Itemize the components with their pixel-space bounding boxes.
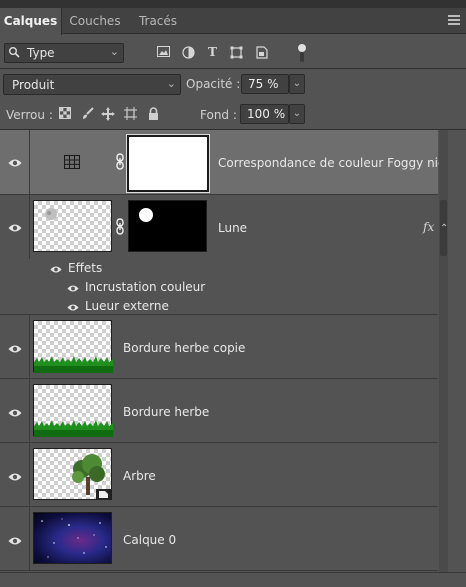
layer-thumbnail-grass[interactable]: [33, 320, 113, 373]
collapse-effects-chevron-icon[interactable]: ⌃: [440, 223, 448, 234]
layer-effects-fx-icon[interactable]: fx: [423, 220, 434, 234]
visibility-eye-icon[interactable]: [8, 535, 22, 545]
filter-toggle-switch[interactable]: [298, 44, 306, 62]
lock-label: Verrou :: [6, 108, 53, 122]
layer-name[interactable]: Lune: [218, 221, 247, 235]
lock-artboard-icon[interactable]: [123, 107, 137, 121]
tab-traces[interactable]: Tracés: [130, 8, 186, 34]
opacity-slider-button[interactable]: ⌄: [289, 74, 305, 94]
panel-menu-icon[interactable]: [448, 15, 460, 25]
layer-name[interactable]: Arbre: [123, 469, 156, 483]
chevron-down-icon: ⌄: [166, 77, 176, 90]
lock-transparent-pixels-icon[interactable]: [58, 107, 72, 121]
visibility-eye-icon[interactable]: [8, 407, 22, 417]
fill-value: 100 %: [247, 107, 286, 121]
effect-name: Lueur externe: [85, 299, 169, 313]
layer-row[interactable]: Arbre: [0, 443, 438, 507]
opacity-label: Opacité :: [186, 77, 241, 91]
layer-row[interactable]: Bordure herbe copie: [0, 315, 438, 379]
layer-thumbnail-grass[interactable]: [33, 384, 113, 437]
filter-kind-label: Type: [27, 46, 55, 60]
image-filter-icon[interactable]: [157, 46, 170, 59]
mask-link-icon[interactable]: [115, 153, 125, 170]
panel-tabs: Calques Couches Tracés: [0, 8, 466, 35]
effects-group-row[interactable]: Effets: [0, 259, 438, 278]
tab-calques[interactable]: Calques: [0, 8, 62, 35]
visibility-eye-icon[interactable]: [50, 263, 62, 277]
visibility-eye-icon[interactable]: [8, 471, 22, 481]
layer-mask-thumbnail[interactable]: [128, 200, 207, 252]
visibility-eye-icon[interactable]: [8, 222, 22, 232]
opacity-value: 75 %: [248, 77, 279, 91]
layer-row[interactable]: Lune fx Effets Incrustation couleur Lueu…: [0, 195, 438, 315]
effect-row[interactable]: Incrustation couleur: [0, 278, 438, 297]
opacity-input[interactable]: 75 %: [241, 74, 289, 94]
visibility-eye-icon[interactable]: [67, 282, 79, 296]
layer-thumbnail-space[interactable]: [33, 512, 112, 564]
effect-name: Incrustation couleur: [85, 280, 206, 294]
panel-edge: [448, 130, 466, 572]
layer-mask-thumbnail[interactable]: [126, 134, 210, 193]
layer-row[interactable]: Correspondance de couleur Foggy night: [0, 130, 458, 195]
lock-image-pixels-brush-icon[interactable]: [80, 107, 94, 121]
effects-label: Effets: [68, 261, 103, 275]
layer-name[interactable]: Correspondance de couleur Foggy night: [218, 156, 458, 170]
layer-thumbnail-moon[interactable]: [33, 200, 112, 252]
smart-object-filter-icon[interactable]: [255, 46, 268, 59]
layer-name[interactable]: Calque 0: [123, 533, 176, 547]
panel-footer: [0, 572, 466, 587]
visibility-eye-icon[interactable]: [67, 301, 79, 315]
layer-row[interactable]: Calque 0: [0, 507, 438, 571]
layer-name[interactable]: Bordure herbe copie: [123, 341, 245, 355]
layer-row[interactable]: Bordure herbe: [0, 379, 438, 443]
type-filter-icon[interactable]: T: [206, 46, 219, 59]
visibility-eye-icon[interactable]: [8, 157, 22, 167]
search-icon: [8, 46, 20, 61]
color-lookup-adjustment-icon: [64, 155, 80, 172]
lock-all-icon[interactable]: [146, 107, 160, 121]
shape-filter-icon[interactable]: [230, 46, 243, 59]
layer-name[interactable]: Bordure herbe: [123, 405, 209, 419]
layers-scrollbar[interactable]: [439, 130, 448, 572]
visibility-eye-icon[interactable]: [8, 343, 22, 353]
layer-thumbnail-tree[interactable]: [33, 448, 112, 500]
panel-top-bar: [0, 0, 466, 8]
adjustment-filter-icon[interactable]: [182, 46, 195, 59]
filter-kind-select[interactable]: Type ⌄: [4, 43, 124, 63]
fill-input[interactable]: 100 %: [240, 104, 289, 124]
lock-position-move-icon[interactable]: [101, 107, 115, 121]
divider: [0, 68, 466, 69]
chevron-down-icon: ⌄: [109, 45, 119, 58]
blend-mode-select[interactable]: Produit ⌄: [3, 74, 181, 95]
blend-mode-value: Produit: [12, 78, 55, 92]
layers-list: Correspondance de couleur Foggy night Lu…: [0, 130, 466, 572]
tab-couches[interactable]: Couches: [64, 8, 126, 34]
fill-slider-button[interactable]: ⌄: [289, 104, 305, 124]
effect-row[interactable]: Lueur externe: [0, 297, 438, 316]
fill-label: Fond :: [200, 108, 237, 122]
mask-link-icon[interactable]: [115, 218, 125, 235]
